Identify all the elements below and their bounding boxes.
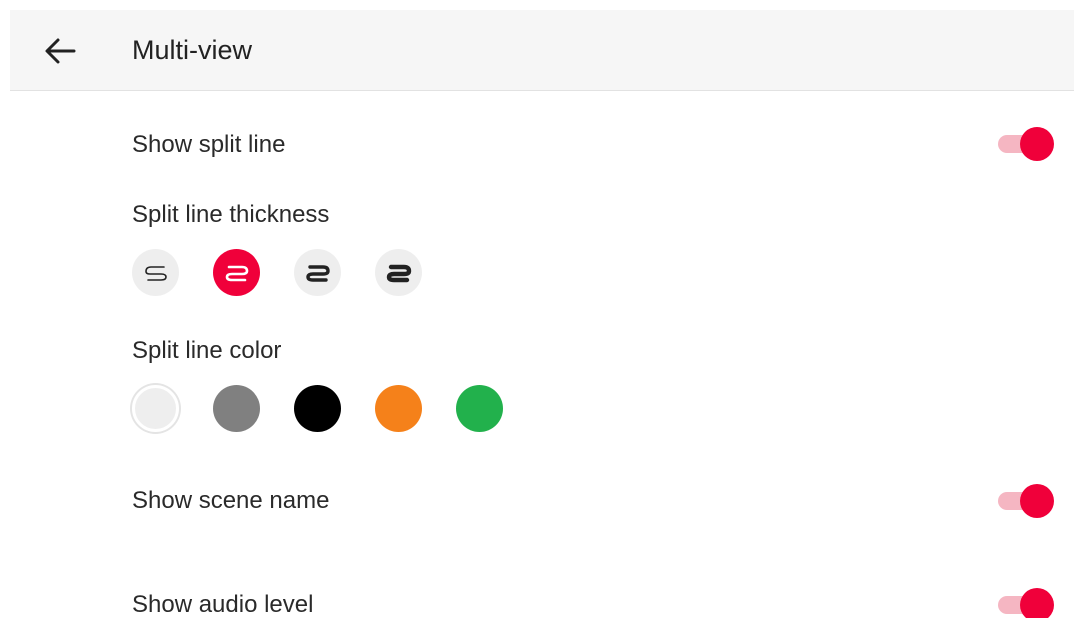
color-swatch-green[interactable] — [456, 385, 503, 432]
thickness-option-4[interactable] — [375, 249, 422, 296]
toggle-thumb — [1020, 127, 1054, 161]
split-line-icon — [144, 265, 167, 281]
arrow-left-icon — [45, 38, 76, 64]
show-audio-level-toggle[interactable] — [996, 587, 1054, 618]
thickness-options — [132, 249, 422, 296]
color-swatch-orange[interactable] — [375, 385, 422, 432]
show-split-line-label: Show split line — [132, 131, 286, 158]
thickness-option-2[interactable] — [213, 249, 260, 296]
split-line-icon — [386, 264, 411, 282]
show-audio-level-label: Show audio level — [132, 591, 314, 618]
color-swatch-gray[interactable] — [213, 385, 260, 432]
split-line-thickness-label: Split line thickness — [132, 201, 330, 228]
back-button[interactable] — [34, 30, 86, 72]
thickness-option-1[interactable] — [132, 249, 179, 296]
split-line-icon — [225, 265, 248, 281]
toggle-thumb — [1020, 484, 1054, 518]
color-options — [132, 385, 503, 432]
show-split-line-toggle[interactable] — [996, 126, 1054, 162]
app-window: Multi-view Show split line Split line th… — [0, 0, 1074, 618]
color-swatch-black[interactable] — [294, 385, 341, 432]
thickness-option-3[interactable] — [294, 249, 341, 296]
split-line-color-label: Split line color — [132, 337, 282, 364]
split-line-icon — [305, 264, 330, 282]
page-title: Multi-view — [132, 35, 253, 65]
color-swatch-white[interactable] — [132, 385, 179, 432]
show-scene-name-toggle[interactable] — [996, 483, 1054, 519]
top-app-bar: Multi-view — [10, 10, 1074, 91]
toggle-thumb — [1020, 588, 1054, 618]
show-scene-name-label: Show scene name — [132, 487, 330, 514]
